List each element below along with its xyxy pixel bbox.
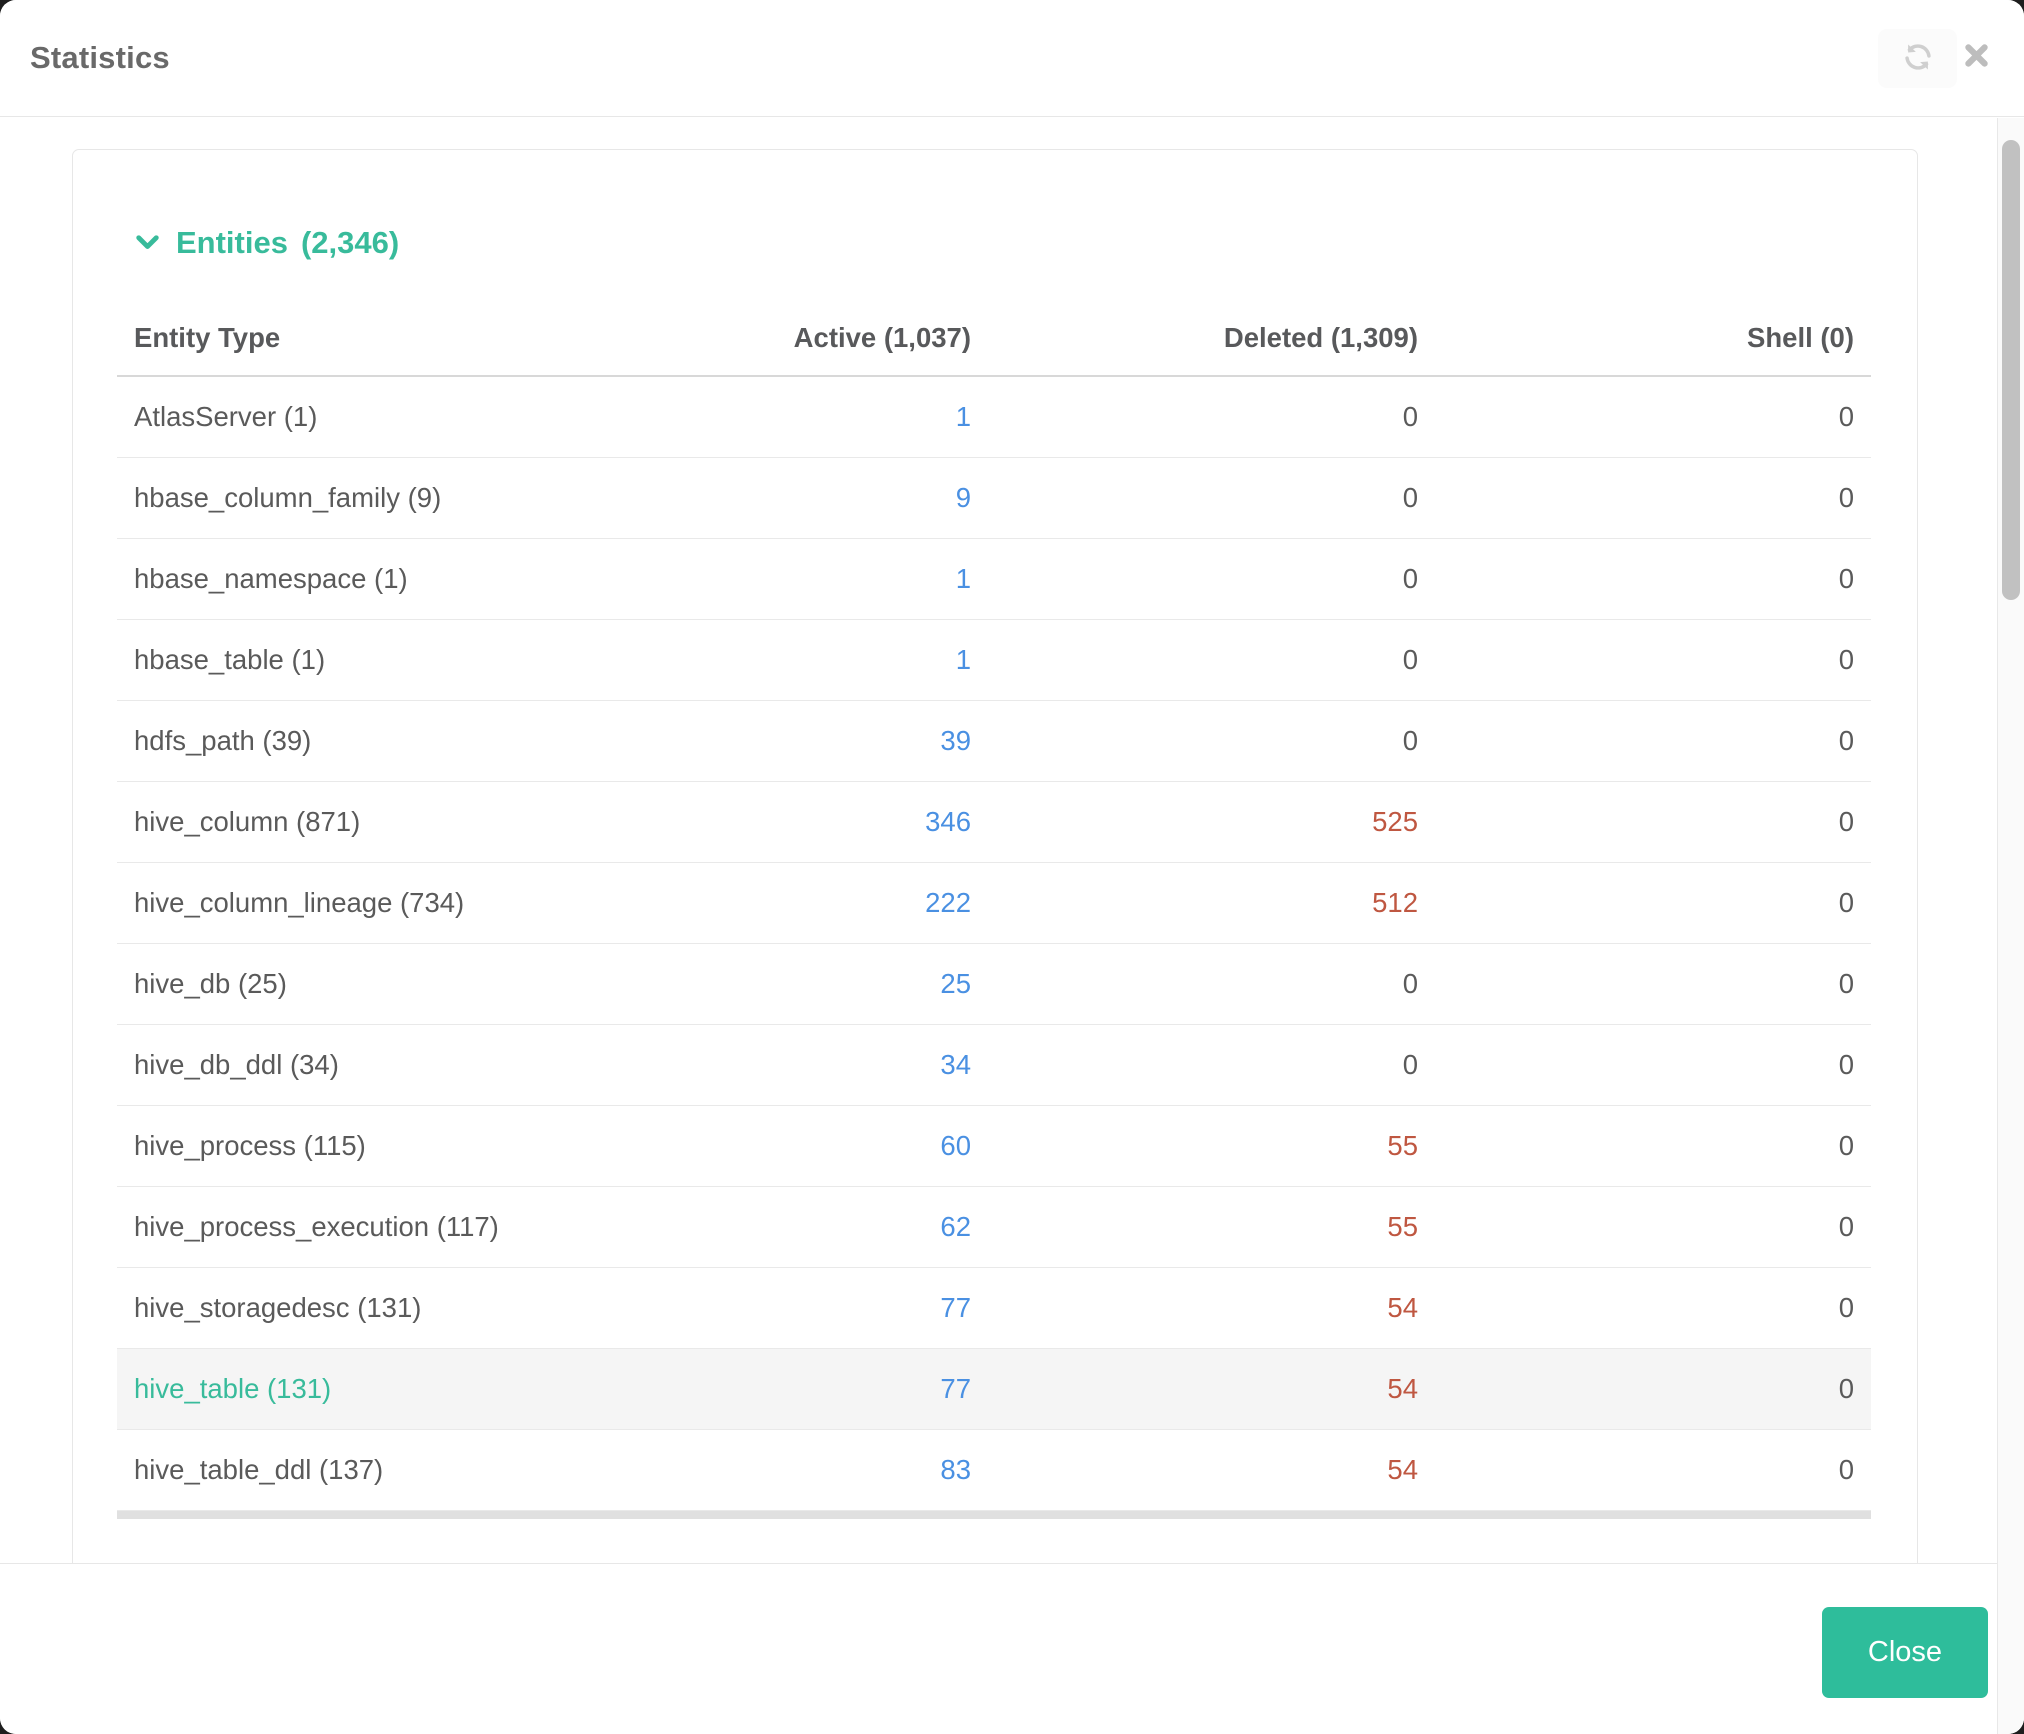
header-actions bbox=[1878, 28, 1993, 88]
table-row: hive_storagedesc (131) 77 54 0 bbox=[117, 1268, 1871, 1349]
entity-type-link[interactable]: hive_column (871) bbox=[134, 806, 571, 838]
table-row: hbase_namespace (1) 1 0 0 bbox=[117, 539, 1871, 620]
column-header-shell: Shell (0) bbox=[1747, 322, 1854, 353]
shell-count: 0 bbox=[1838, 1454, 1854, 1485]
active-count-link[interactable]: 346 bbox=[571, 806, 971, 838]
active-count-link[interactable]: 9 bbox=[571, 482, 971, 514]
table-body: AtlasServer (1) 1 0 0 hbase_column_family (9… bbox=[117, 377, 1871, 1511]
entity-type-link[interactable]: hive_db_ddl (34) bbox=[134, 1049, 571, 1081]
shell-count: 0 bbox=[1838, 563, 1854, 594]
table-row: hbase_column_family (9) 9 0 0 bbox=[117, 458, 1871, 539]
entity-type-link[interactable]: hdfs_path (39) bbox=[134, 725, 571, 757]
entity-type-link[interactable]: hive_storagedesc (131) bbox=[134, 1292, 571, 1324]
refresh-button[interactable] bbox=[1878, 28, 1957, 88]
active-count-link[interactable]: 222 bbox=[571, 887, 971, 919]
table-row: hbase_table (1) 1 0 0 bbox=[117, 620, 1871, 701]
table-row: hive_table_ddl (137) 83 54 0 bbox=[117, 1430, 1871, 1511]
page-scrollbar[interactable] bbox=[1997, 118, 2024, 1734]
modal-footer: Close bbox=[0, 1563, 2024, 1734]
table-row: hive_process_execution (117) 62 55 0 bbox=[117, 1187, 1871, 1268]
deleted-count-link[interactable]: 55 bbox=[971, 1130, 1418, 1162]
shell-count: 0 bbox=[1838, 806, 1854, 837]
entity-type-link[interactable]: hbase_column_family (9) bbox=[134, 482, 571, 514]
modal-close-button[interactable] bbox=[1959, 29, 1993, 88]
column-header-deleted: Deleted (1,309) bbox=[1223, 322, 1418, 353]
active-count-link[interactable]: 62 bbox=[571, 1211, 971, 1243]
partial-next-row-strip bbox=[117, 1511, 1871, 1519]
refresh-icon bbox=[1902, 41, 1934, 76]
chevron-down-icon bbox=[134, 226, 161, 261]
table-row: hive_db_ddl (34) 34 0 0 bbox=[117, 1025, 1871, 1106]
deleted-count: 0 bbox=[1402, 482, 1418, 513]
deleted-count-link[interactable]: 512 bbox=[971, 887, 1418, 919]
statistics-panel: Entities (2,346) Entity Type Active (1,0… bbox=[72, 149, 1918, 1563]
deleted-count: 0 bbox=[1402, 401, 1418, 432]
shell-count: 0 bbox=[1838, 1049, 1854, 1080]
shell-count: 0 bbox=[1838, 887, 1854, 918]
shell-count: 0 bbox=[1838, 1292, 1854, 1323]
shell-count: 0 bbox=[1838, 401, 1854, 432]
shell-count: 0 bbox=[1838, 1211, 1854, 1242]
deleted-count: 0 bbox=[1402, 644, 1418, 675]
close-icon bbox=[1963, 42, 1990, 74]
shell-count: 0 bbox=[1838, 482, 1854, 513]
entities-accordion-toggle[interactable]: Entities (2,346) bbox=[134, 223, 399, 263]
deleted-count-link[interactable]: 54 bbox=[971, 1454, 1418, 1486]
table-row: hive_table (131) 77 54 0 bbox=[117, 1349, 1871, 1430]
entity-type-link[interactable]: hive_table (131) bbox=[134, 1373, 571, 1405]
active-count-link[interactable]: 1 bbox=[571, 401, 971, 433]
active-count-link[interactable]: 34 bbox=[571, 1049, 971, 1081]
deleted-count: 0 bbox=[1402, 1049, 1418, 1080]
scrollbar-thumb[interactable] bbox=[2002, 140, 2020, 600]
entity-type-link[interactable]: hbase_namespace (1) bbox=[134, 563, 571, 595]
column-header-entity-type: Entity Type bbox=[134, 322, 281, 353]
shell-count: 0 bbox=[1838, 725, 1854, 756]
active-count-link[interactable]: 83 bbox=[571, 1454, 971, 1486]
modal-header: Statistics bbox=[0, 0, 2024, 117]
entity-type-link[interactable]: hive_table_ddl (137) bbox=[134, 1454, 571, 1486]
active-count-link[interactable]: 1 bbox=[571, 563, 971, 595]
deleted-count-link[interactable]: 54 bbox=[971, 1292, 1418, 1324]
table-row: hive_db (25) 25 0 0 bbox=[117, 944, 1871, 1025]
active-count-link[interactable]: 77 bbox=[571, 1292, 971, 1324]
deleted-count-link[interactable]: 54 bbox=[971, 1373, 1418, 1405]
close-button[interactable]: Close bbox=[1822, 1607, 1988, 1698]
shell-count: 0 bbox=[1838, 968, 1854, 999]
deleted-count: 0 bbox=[1402, 725, 1418, 756]
entity-type-link[interactable]: hbase_table (1) bbox=[134, 644, 571, 676]
active-count-link[interactable]: 60 bbox=[571, 1130, 971, 1162]
entities-section-count: (2,346) bbox=[300, 225, 400, 260]
page-title: Statistics bbox=[30, 40, 170, 75]
table-row: hive_process (115) 60 55 0 bbox=[117, 1106, 1871, 1187]
deleted-count-link[interactable]: 55 bbox=[971, 1211, 1418, 1243]
column-header-active: Active (1,037) bbox=[793, 322, 971, 353]
table-row: hdfs_path (39) 39 0 0 bbox=[117, 701, 1871, 782]
statistics-modal: Statistics Entities (2,346) Entity Type … bbox=[0, 0, 2024, 1734]
active-count-link[interactable]: 39 bbox=[571, 725, 971, 757]
entities-table: Entity Type Active (1,037) Deleted (1,30… bbox=[117, 301, 1871, 1519]
active-count-link[interactable]: 1 bbox=[571, 644, 971, 676]
table-header-row: Entity Type Active (1,037) Deleted (1,30… bbox=[117, 301, 1871, 377]
modal-body: Entities (2,346) Entity Type Active (1,0… bbox=[0, 118, 2024, 1563]
table-row: AtlasServer (1) 1 0 0 bbox=[117, 377, 1871, 458]
table-row: hive_column (871) 346 525 0 bbox=[117, 782, 1871, 863]
active-count-link[interactable]: 77 bbox=[571, 1373, 971, 1405]
entity-type-link[interactable]: hive_column_lineage (734) bbox=[134, 887, 571, 919]
shell-count: 0 bbox=[1838, 1130, 1854, 1161]
entity-type-link[interactable]: hive_process (115) bbox=[134, 1130, 571, 1162]
deleted-count-link[interactable]: 525 bbox=[971, 806, 1418, 838]
shell-count: 0 bbox=[1838, 1373, 1854, 1404]
active-count-link[interactable]: 25 bbox=[571, 968, 971, 1000]
table-row: hive_column_lineage (734) 222 512 0 bbox=[117, 863, 1871, 944]
entity-type-link[interactable]: hive_db (25) bbox=[134, 968, 571, 1000]
deleted-count: 0 bbox=[1402, 563, 1418, 594]
deleted-count: 0 bbox=[1402, 968, 1418, 999]
entity-type-link[interactable]: AtlasServer (1) bbox=[134, 401, 571, 433]
shell-count: 0 bbox=[1838, 644, 1854, 675]
entity-type-link[interactable]: hive_process_execution (117) bbox=[134, 1211, 571, 1243]
entities-section-title: Entities bbox=[176, 225, 288, 260]
